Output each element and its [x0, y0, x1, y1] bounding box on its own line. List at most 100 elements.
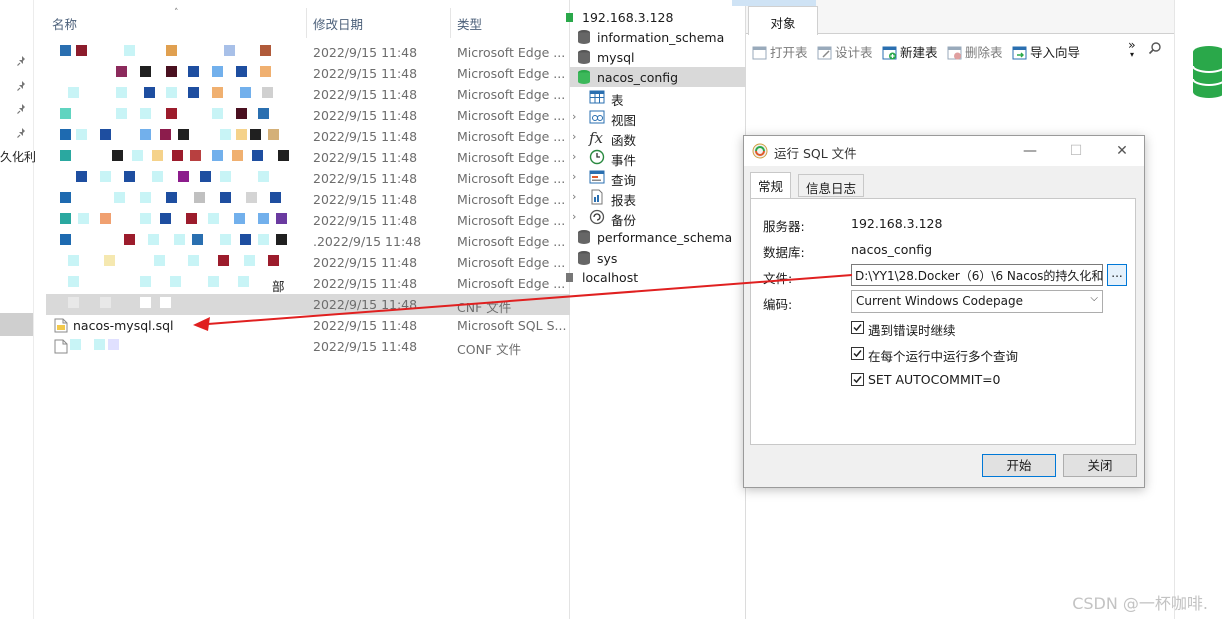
- file-row[interactable]: 2022/9/15 11:48 Microsoft Edge ...: [46, 84, 570, 105]
- encoding-select[interactable]: Current Windows Codepage ⌵: [851, 290, 1103, 313]
- sort-caret-icon: ˄: [174, 8, 179, 18]
- maximize-button[interactable]: ☐: [1062, 141, 1090, 161]
- chevron-right-icon[interactable]: ›: [572, 110, 576, 123]
- file-row[interactable]: 2022/9/15 11:48 Microsoft Edge ...: [46, 210, 570, 231]
- tab-message-log[interactable]: 信息日志: [798, 174, 865, 197]
- file-row[interactable]: 2022/9/15 11:48 Microsoft Edge ...: [46, 189, 570, 210]
- file-date: 2022/9/15 11:48: [313, 213, 418, 228]
- dialog-titlebar[interactable]: 运行 SQL 文件 — ☐ ✕: [744, 136, 1144, 166]
- chevron-right-icon[interactable]: ›: [572, 150, 576, 163]
- file-path-input[interactable]: D:\YY1\28.Docker（6）\6 Nacos的持久化和: [851, 264, 1103, 286]
- column-divider[interactable]: [450, 8, 451, 38]
- connection-icon: [566, 9, 582, 25]
- file-row[interactable]: 2022/9/15 11:48 Microsoft Edge ...: [46, 252, 570, 273]
- tree-node-tables[interactable]: 表: [570, 87, 746, 108]
- redacted-filename: [54, 45, 284, 59]
- tab-objects[interactable]: 对象: [748, 6, 818, 35]
- browse-button[interactable]: ...: [1107, 264, 1127, 286]
- toolbar-dropdown-icon[interactable]: ▾: [1130, 50, 1134, 59]
- close-button[interactable]: 关闭: [1063, 454, 1137, 477]
- redacted-filename: [54, 129, 284, 143]
- database-label: nacos_config: [597, 70, 679, 85]
- open-table-label: 打开表: [770, 45, 808, 60]
- view-icon: [589, 109, 605, 125]
- nav-item-label[interactable]: 久化利: [0, 148, 36, 165]
- nav-item-selected[interactable]: [0, 313, 33, 336]
- tab-general[interactable]: 常规: [750, 172, 792, 198]
- tree-node-reports[interactable]: › 报表: [570, 187, 746, 208]
- pin-icon[interactable]: [16, 127, 28, 139]
- file-type: Microsoft Edge ...: [457, 213, 566, 228]
- clock-icon: [589, 149, 605, 165]
- tree-database[interactable]: performance_schema: [570, 227, 746, 247]
- column-headers: 名称 ˄ 修改日期 类型: [46, 8, 570, 38]
- delete-table-icon: [947, 46, 962, 60]
- file-row[interactable]: 2022/9/15 11:48 Microsoft Edge ...: [46, 42, 570, 63]
- file-row[interactable]: 2022/9/15 11:48 Microsoft Edge ...: [46, 105, 570, 126]
- tree-node-events[interactable]: › 事件: [570, 147, 746, 168]
- open-table-button[interactable]: 打开表: [752, 42, 808, 61]
- chevron-right-icon[interactable]: ›: [572, 170, 576, 183]
- column-header-type[interactable]: 类型: [457, 14, 482, 33]
- pin-icon[interactable]: [16, 80, 28, 92]
- database-label: information_schema: [597, 30, 725, 45]
- checkbox-checked-icon: [851, 347, 864, 360]
- tree-node-functions[interactable]: › fx 函数: [570, 127, 746, 148]
- file-row[interactable]: 2022/9/15 11:48 Microsoft Edge ...: [46, 126, 570, 147]
- tree-database-selected[interactable]: nacos_config: [570, 67, 746, 87]
- column-divider[interactable]: [306, 8, 307, 38]
- tree-connection[interactable]: 192.168.3.128: [566, 7, 746, 27]
- chevron-right-icon[interactable]: ›: [572, 130, 576, 143]
- tree-connection-localhost[interactable]: localhost: [566, 267, 746, 287]
- import-wizard-label: 导入向导: [1030, 45, 1081, 60]
- file-explorer: 久化利 名称 ˄ 修改日期 类型 2022/9/15 11:48 Microso…: [0, 0, 570, 619]
- delete-table-button[interactable]: 删除表: [947, 42, 1003, 61]
- connection-label: 192.168.3.128: [582, 10, 674, 25]
- open-table-icon: [752, 46, 767, 60]
- redacted-filename: [54, 255, 284, 269]
- file-date: 2022/9/15 11:48: [313, 129, 418, 144]
- column-header-name[interactable]: 名称: [52, 14, 77, 33]
- close-icon[interactable]: ✕: [1108, 141, 1136, 161]
- tree-database[interactable]: mysql: [570, 47, 746, 67]
- file-row[interactable]: 2022/9/15 11:48 CONF 文件: [46, 336, 570, 357]
- tree-node-views[interactable]: › 视图: [570, 107, 746, 128]
- database-value: nacos_config: [851, 242, 933, 257]
- start-button[interactable]: 开始: [982, 454, 1056, 477]
- file-type: Microsoft Edge ...: [457, 276, 566, 291]
- tree-node-queries[interactable]: › 查询: [570, 167, 746, 188]
- pin-icon[interactable]: [16, 55, 28, 67]
- file-type: Microsoft Edge ...: [457, 255, 566, 270]
- chevron-right-icon[interactable]: ›: [572, 190, 576, 203]
- tree-node-backups[interactable]: › 备份: [570, 207, 746, 228]
- file-row[interactable]: 2022/9/15 11:48 Microsoft Edge ...: [46, 147, 570, 168]
- file-row-selected[interactable]: 2022/9/15 11:48 CNF 文件: [46, 294, 570, 315]
- column-header-date[interactable]: 修改日期: [313, 14, 363, 33]
- file-type: CONF 文件: [457, 342, 522, 357]
- database-icon: [576, 29, 592, 45]
- file-row[interactable]: 部 2022/9/15 11:48 Microsoft Edge ...: [46, 273, 570, 294]
- import-wizard-button[interactable]: 导入向导: [1012, 42, 1080, 61]
- query-icon: [589, 169, 605, 185]
- connection-label: localhost: [582, 270, 639, 285]
- encoding-value: Current Windows Codepage: [856, 294, 1023, 308]
- file-row-nacos-mysql[interactable]: nacos-mysql.sql 2022/9/15 11:48 Microsof…: [46, 315, 570, 336]
- checkbox-checked-icon: [851, 321, 864, 334]
- file-date: 2022/9/15 11:48: [313, 276, 418, 291]
- chevron-right-icon[interactable]: ›: [572, 210, 576, 223]
- partial-text: 部: [272, 279, 285, 294]
- tree-database[interactable]: sys: [570, 248, 746, 268]
- file-row[interactable]: .2022/9/15 11:48 Microsoft Edge ...: [46, 231, 570, 252]
- file-row[interactable]: 2022/9/15 11:48 Microsoft Edge ...: [46, 63, 570, 84]
- redacted-filename: [68, 339, 298, 353]
- tree-database[interactable]: information_schema: [570, 27, 746, 47]
- new-table-button[interactable]: 新建表: [882, 42, 938, 61]
- minimize-button[interactable]: —: [1016, 141, 1044, 161]
- file-row[interactable]: 2022/9/15 11:48 Microsoft Edge ...: [46, 168, 570, 189]
- search-icon[interactable]: [1148, 41, 1162, 58]
- design-table-button[interactable]: 设计表: [817, 42, 873, 61]
- file-date: 2022/9/15 11:48: [313, 87, 418, 102]
- pin-icon[interactable]: [16, 103, 28, 115]
- connection-tree: 192.168.3.128 information_schema mysql n…: [566, 0, 746, 619]
- database-icon: [576, 250, 592, 266]
